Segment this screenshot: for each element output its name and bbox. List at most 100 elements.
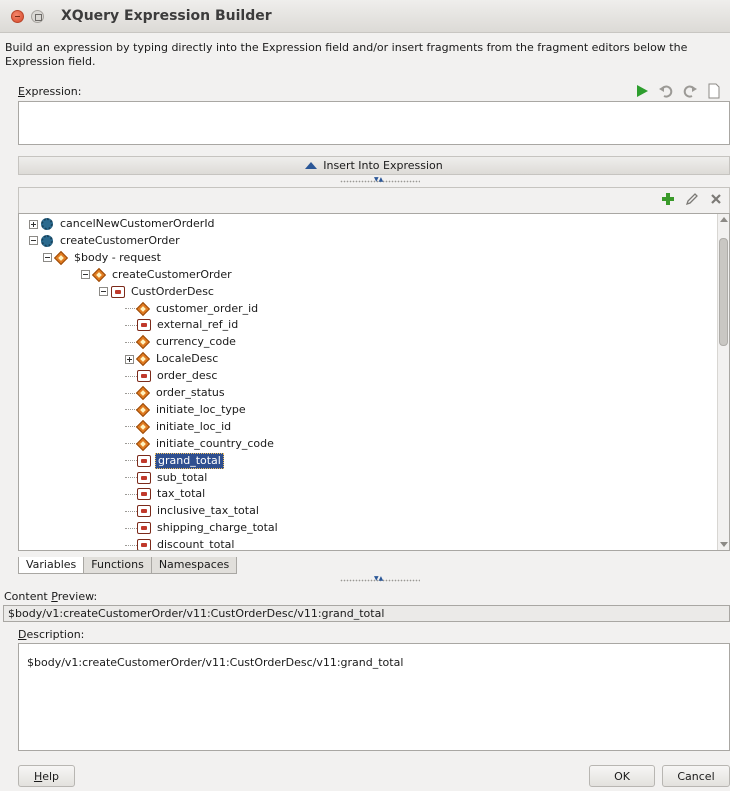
redo-icon[interactable]: [682, 83, 698, 99]
diamond-icon: [137, 404, 149, 416]
diamond-icon: [137, 353, 149, 365]
tree-row-label: initiate_loc_type: [156, 402, 246, 416]
tree-row-label: external_ref_id: [157, 318, 239, 332]
tree-row[interactable]: inclusive_tax_total: [125, 503, 261, 519]
bracket-icon: [137, 505, 151, 518]
diamond-icon: [137, 303, 149, 315]
splitter-handle[interactable]: ▼▲: [340, 176, 420, 183]
delete-icon[interactable]: [709, 192, 723, 209]
scroll-thumb[interactable]: [719, 238, 728, 346]
description-label: Description:: [18, 628, 85, 641]
fragment-tabs: Variables Functions Namespaces: [18, 557, 238, 574]
description-text: $body/v1:createCustomerOrder/v11:CustOrd…: [18, 643, 730, 751]
variables-tree[interactable]: cancelNewCustomerOrderId createCustomerOr…: [18, 213, 730, 551]
tree-row[interactable]: initiate_country_code: [125, 436, 276, 452]
tree-connector: [125, 477, 137, 478]
tree-row[interactable]: cancelNewCustomerOrderId: [29, 216, 217, 232]
tree-connector: [125, 324, 137, 326]
tree-connector: [125, 527, 137, 529]
tree-row[interactable]: $body - request: [43, 250, 163, 266]
bracket-icon: [137, 454, 151, 467]
expand-icon[interactable]: [125, 354, 134, 364]
tree-row-label: discount_total: [157, 538, 235, 551]
tree-row-label: grand_total: [155, 452, 224, 469]
tree-row[interactable]: order_desc: [125, 368, 219, 384]
tree-row-label: inclusive_tax_total: [157, 504, 259, 518]
diamond-icon: [55, 252, 67, 264]
collapse-icon[interactable]: [99, 287, 108, 297]
bracket-icon: [137, 522, 151, 535]
tree-row-label: tax_total: [157, 487, 206, 501]
bracket-icon: [137, 319, 151, 332]
tree-scrollbar[interactable]: [717, 214, 729, 550]
tree-connector: [125, 510, 137, 512]
tree-connector: [125, 460, 137, 462]
diamond-icon: [137, 336, 149, 348]
title-bar: XQuery Expression Builder: [0, 0, 730, 33]
diamond-icon: [137, 421, 149, 433]
tree-row-label: createCustomerOrder: [112, 267, 232, 281]
scroll-up-icon[interactable]: [720, 217, 728, 222]
tree-row[interactable]: createCustomerOrder: [81, 267, 234, 283]
tree-row[interactable]: external_ref_id: [125, 317, 240, 333]
tree-row[interactable]: shipping_charge_total: [125, 520, 280, 536]
tree-row[interactable]: CustOrderDesc: [99, 284, 216, 300]
tree-connector: [125, 493, 137, 495]
diamond-icon: [137, 438, 149, 450]
bracket-icon: [137, 370, 151, 383]
tree-row[interactable]: tax_total: [125, 486, 207, 502]
ok-button[interactable]: OK: [589, 765, 655, 787]
tree-row[interactable]: sub_total: [125, 470, 209, 486]
tree-row-label: CustOrderDesc: [131, 284, 214, 298]
clear-icon[interactable]: [706, 83, 722, 99]
expand-icon[interactable]: [29, 219, 38, 229]
tree-row[interactable]: discount_total: [125, 537, 236, 551]
diamond-icon: [137, 387, 149, 399]
run-icon[interactable]: [634, 83, 650, 99]
expression-label: Expression:: [18, 85, 82, 98]
tree-row-label: initiate_loc_id: [156, 419, 232, 433]
tree-row[interactable]: customer_order_id: [125, 301, 260, 317]
expression-toolbar: [634, 83, 722, 99]
tab-functions[interactable]: Functions: [83, 557, 152, 574]
splitter-arrows-icon: ▼▲: [374, 176, 384, 183]
bracket-icon: [137, 539, 151, 550]
tree-row-label: customer_order_id: [156, 301, 259, 315]
gear-icon: [41, 234, 53, 247]
splitter-handle-lower[interactable]: ▼▲: [340, 576, 420, 582]
undo-icon[interactable]: [658, 83, 674, 99]
collapse-icon[interactable]: [81, 270, 90, 280]
edit-icon[interactable]: [685, 192, 699, 209]
cancel-button[interactable]: Cancel: [662, 765, 730, 787]
tree-row-label: order_desc: [157, 369, 218, 383]
help-button[interactable]: Help: [18, 765, 75, 787]
tree-row-label: order_status: [156, 386, 225, 399]
collapse-icon[interactable]: [29, 236, 38, 246]
tab-variables[interactable]: Variables: [18, 557, 85, 574]
window-title: XQuery Expression Builder: [61, 8, 272, 24]
collapse-icon[interactable]: [43, 253, 52, 263]
close-icon[interactable]: [11, 10, 24, 23]
add-icon[interactable]: [661, 192, 675, 209]
tab-namespaces[interactable]: Namespaces: [150, 557, 238, 574]
tree-row[interactable]: grand_total: [125, 452, 224, 469]
content-preview-field[interactable]: $body/v1:createCustomerOrder/v11:CustOrd…: [3, 605, 730, 622]
tree-row-label: shipping_charge_total: [157, 521, 278, 535]
chevron-up-icon: [305, 162, 318, 169]
tree-row-label: currency_code: [156, 335, 236, 349]
tree-row[interactable]: initiate_loc_type: [125, 402, 248, 418]
diamond-icon: [93, 269, 105, 281]
minimize-icon[interactable]: [31, 10, 44, 23]
tree-row-label: initiate_country_code: [156, 436, 274, 450]
tree-row[interactable]: createCustomerOrder: [29, 233, 182, 249]
tree-row-label: sub_total: [157, 470, 208, 484]
expression-input[interactable]: [18, 101, 730, 145]
gear-icon: [41, 218, 53, 230]
insert-into-expression-button[interactable]: Insert Into Expression: [18, 156, 730, 175]
tree-row-label: $body - request: [74, 250, 161, 264]
tree-row[interactable]: LocaleDesc: [125, 351, 220, 367]
scroll-down-icon[interactable]: [720, 542, 728, 547]
tree-row[interactable]: currency_code: [125, 334, 238, 350]
tree-row[interactable]: initiate_loc_id: [125, 419, 233, 435]
tree-row[interactable]: order_status: [125, 385, 227, 401]
